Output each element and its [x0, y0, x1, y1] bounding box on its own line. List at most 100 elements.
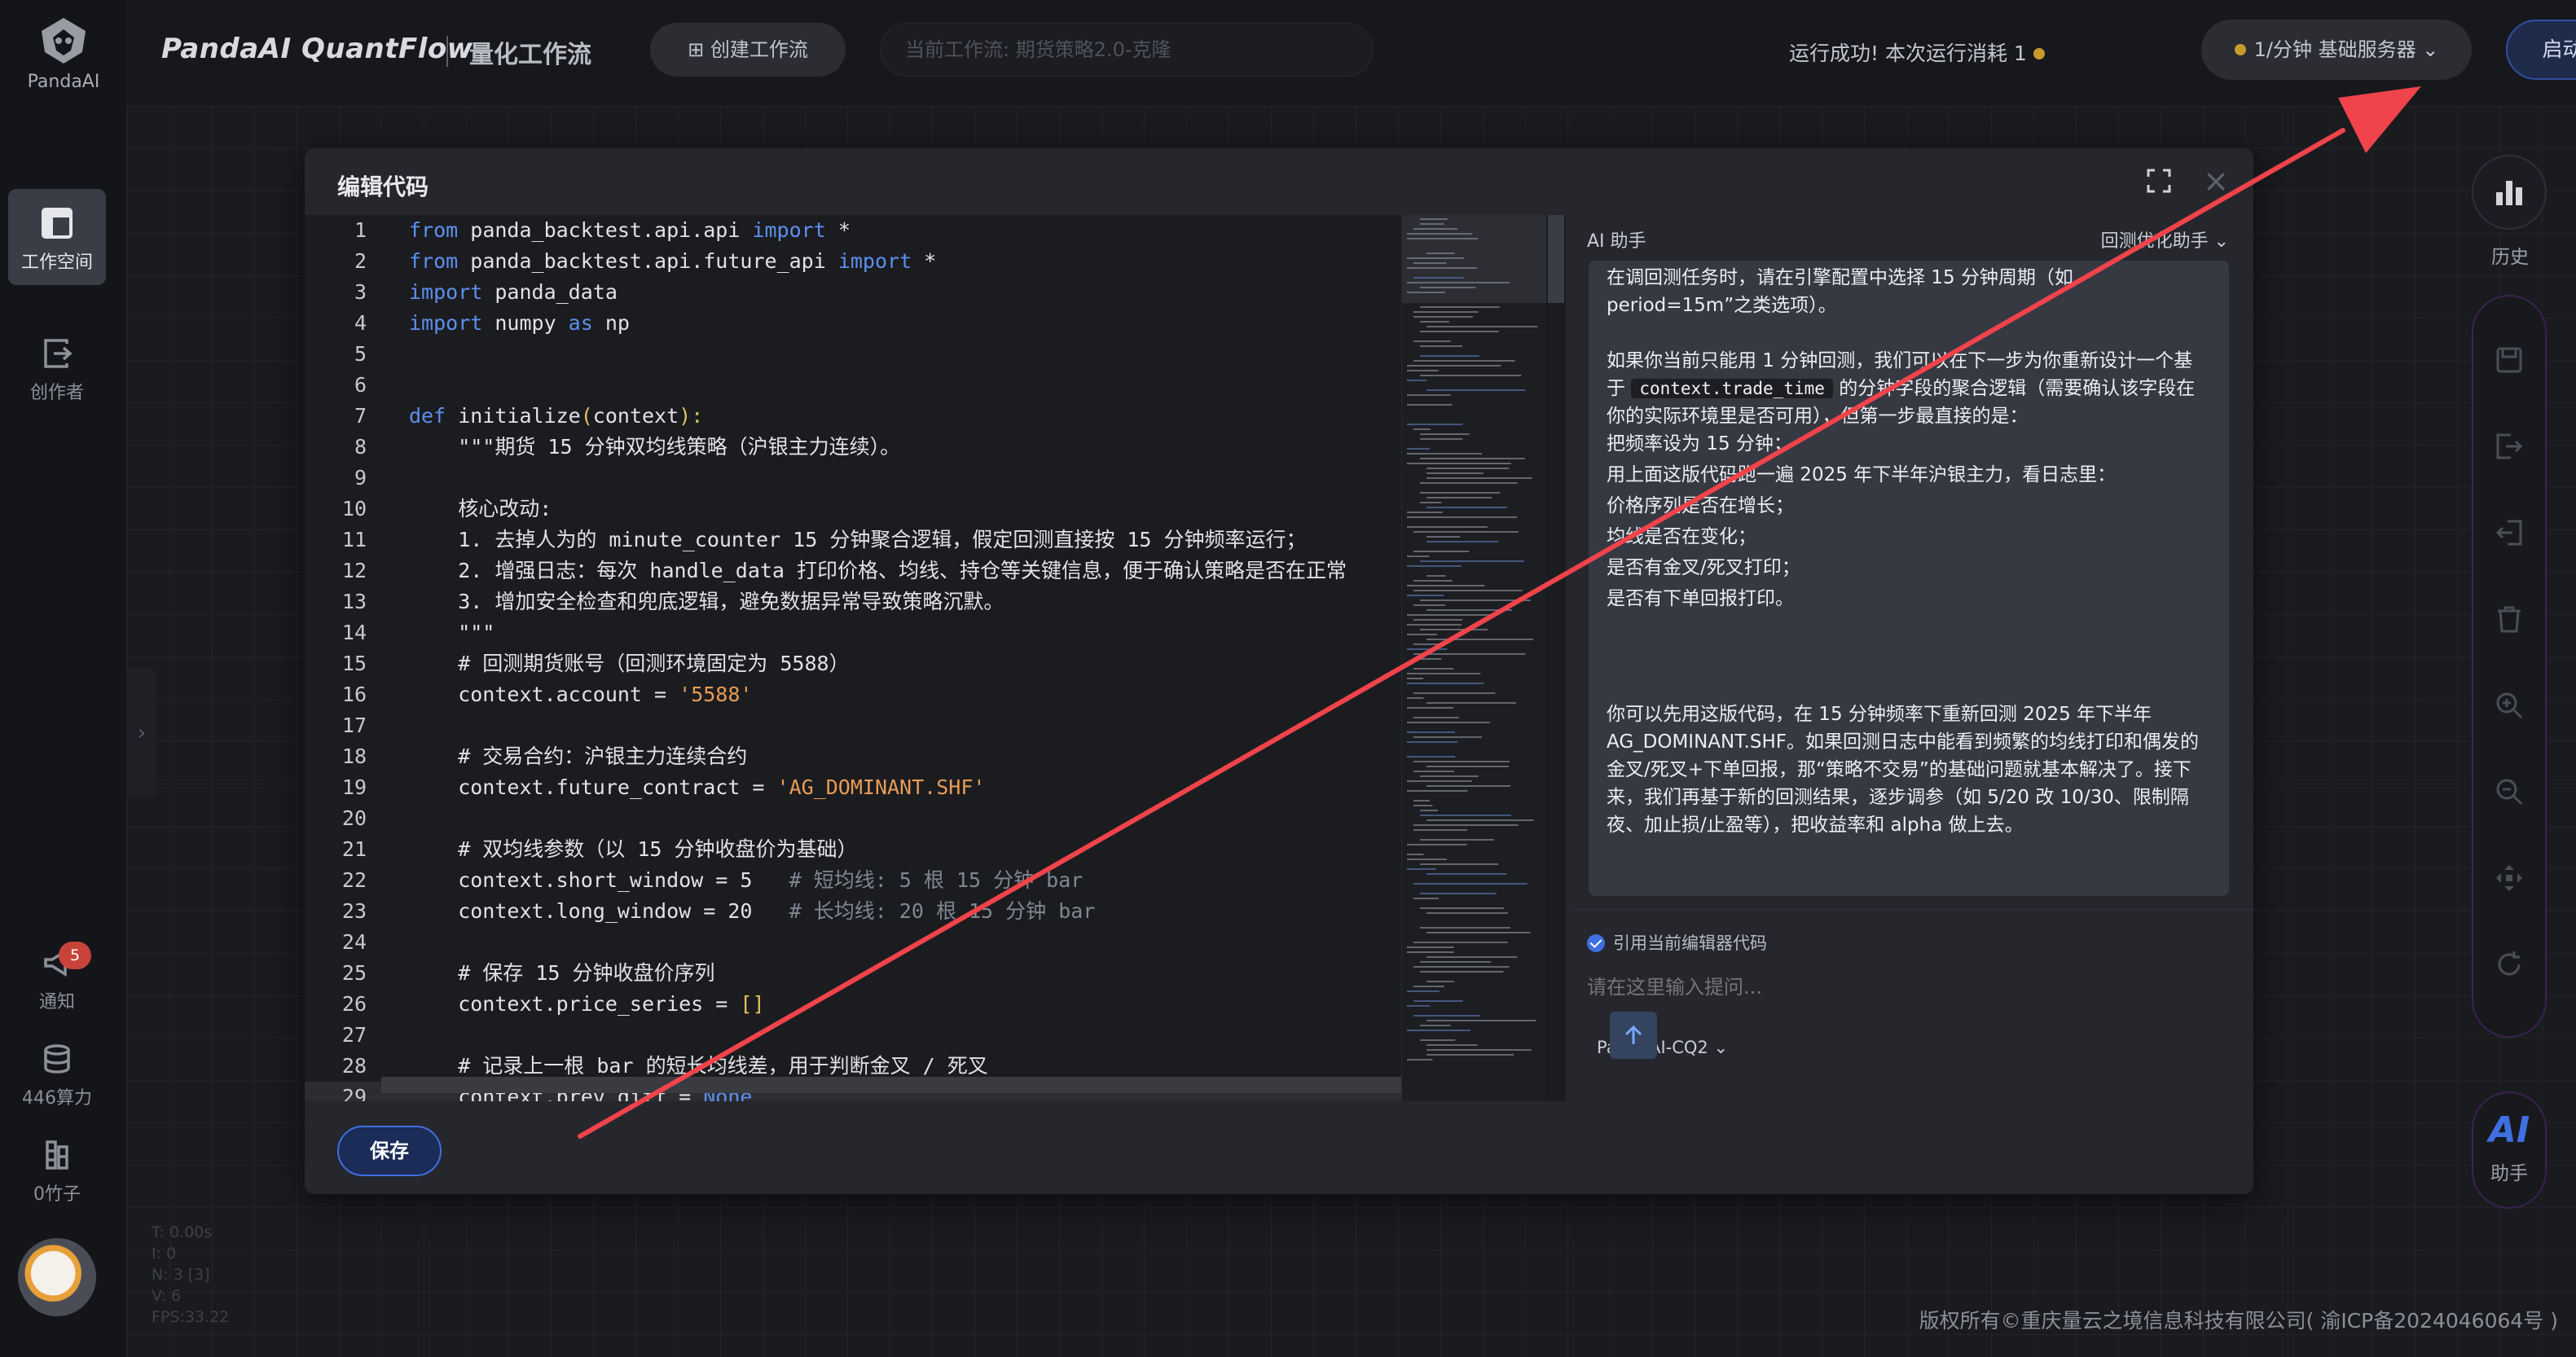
- code-line[interactable]: 5: [305, 339, 1401, 370]
- minimap-line: [1420, 560, 1525, 562]
- code-line[interactable]: 12 2. 增强日志：每次 handle_data 打印价格、均线、持仓等关键信…: [305, 556, 1401, 586]
- sidebar-item-notifications[interactable]: 通知: [8, 933, 106, 1030]
- code-line[interactable]: 7 def initialize(context):: [305, 401, 1401, 432]
- ai-assistant-button[interactable]: AI 助手: [2472, 1091, 2547, 1209]
- minimap-line: [1407, 790, 1468, 792]
- sidebar-item-creator[interactable]: 创作者: [8, 319, 106, 415]
- code-line[interactable]: 16 context.account = '5588': [305, 679, 1401, 710]
- import-icon[interactable]: [2491, 515, 2527, 551]
- user-avatar[interactable]: [18, 1238, 96, 1316]
- minimap-line: [1413, 800, 1431, 801]
- editor-scrollbar[interactable]: [1546, 215, 1566, 1101]
- code-line[interactable]: 26 context.price_series = []: [305, 989, 1401, 1020]
- minimap-line: [1420, 321, 1449, 323]
- code-line[interactable]: 3 import panda_data: [305, 277, 1401, 308]
- code-line[interactable]: 15 # 回测期货账号（回测环境固定为 5588）: [305, 648, 1401, 679]
- code-line[interactable]: 8 """期货 15 分钟双均线策略（沪银主力连续）。: [305, 432, 1401, 463]
- code-line[interactable]: 2 from panda_backtest.api.future_api impo…: [305, 246, 1401, 277]
- server-select[interactable]: 1/分钟 基础服务器 ⌄: [2201, 20, 2472, 80]
- code-line[interactable]: 24: [305, 927, 1401, 958]
- code-minimap[interactable]: [1401, 215, 1547, 1101]
- code-line[interactable]: 18 # 交易合约：沪银主力连续合约: [305, 741, 1401, 772]
- sidebar-collapse-toggle[interactable]: ›: [127, 668, 156, 798]
- fullscreen-icon[interactable]: [2146, 168, 2172, 194]
- minimap-line: [1420, 815, 1511, 816]
- code-line[interactable]: 1 from panda_backtest.api.api import *: [305, 215, 1401, 246]
- minimap-line: [1413, 761, 1510, 762]
- zoom-in-icon[interactable]: [2491, 687, 2527, 723]
- sidebar-item-bamboo[interactable]: 0竹子: [8, 1126, 106, 1222]
- code-line[interactable]: 11 1. 去掉人为的 minute_counter 15 分钟聚合逻辑，假定回…: [305, 525, 1401, 556]
- minimap-line: [1420, 971, 1504, 973]
- minimap-line: [1426, 912, 1508, 914]
- create-workflow-button[interactable]: ⊞ 创建工作流: [650, 23, 846, 77]
- message-paragraph: 是否有金叉/死叉打印；: [1607, 557, 1800, 578]
- refresh-icon[interactable]: [2491, 946, 2527, 982]
- minimap-line: [1407, 673, 1481, 674]
- minimap-line: [1426, 536, 1461, 538]
- edit-code-modal: 编辑代码 × 1 from panda_backtest.api.api impo…: [305, 148, 2253, 1194]
- delete-icon[interactable]: [2491, 601, 2527, 637]
- code-line[interactable]: 20: [305, 803, 1401, 834]
- minimap-line: [1420, 355, 1479, 357]
- send-button[interactable]: [1610, 1012, 1657, 1059]
- move-icon[interactable]: [2491, 860, 2527, 896]
- minimap-line: [1407, 756, 1456, 758]
- assistant-mode-select[interactable]: 回测优化助手 ⌄: [2101, 226, 2229, 253]
- app-logo[interactable]: PandaAI: [0, 15, 127, 92]
- minimap-line: [1407, 741, 1458, 743]
- minimap-line: [1413, 311, 1479, 313]
- ai-assistant-panel: AI 助手 回测优化助手 ⌄ 在调回测任务时，请在引擎配置中选择 15 分钟周期…: [1572, 215, 2253, 1101]
- brand-title: PandaAI QuantFlow: [161, 33, 473, 65]
- minimap-line: [1420, 331, 1499, 332]
- code-line[interactable]: 4 import numpy as np: [305, 308, 1401, 339]
- start-workflow-button[interactable]: 启动工作流: [2506, 20, 2576, 80]
- code-line[interactable]: 9: [305, 463, 1401, 494]
- copyright-footer: 版权所有©重庆量云之境信息科技有限公司( 渝ICP备2024046064号 ): [1919, 1309, 2558, 1333]
- horizontal-scrollbar[interactable]: [381, 1077, 1401, 1093]
- minimap-line: [1407, 233, 1472, 235]
- minimap-line: [1407, 990, 1440, 992]
- code-line[interactable]: 19 context.future_contract = 'AG_DOMINAN…: [305, 772, 1401, 803]
- reference-editor-code-toggle[interactable]: 引用当前编辑器代码: [1587, 930, 1767, 955]
- minimap-line: [1413, 316, 1473, 318]
- minimap-line: [1420, 629, 1488, 630]
- coin-icon: [2234, 44, 2246, 55]
- code-line[interactable]: 25 # 保存 15 分钟收盘价序列: [305, 958, 1401, 989]
- save-button[interactable]: 保存: [337, 1126, 442, 1176]
- code-line[interactable]: 13 3. 增加安全检查和兜底逻辑，避免数据异常导致策略沉默。: [305, 586, 1401, 617]
- minimap-line: [1407, 556, 1430, 557]
- close-icon[interactable]: ×: [2203, 163, 2229, 199]
- sidebar-item-compute[interactable]: 446算力: [8, 1030, 106, 1126]
- code-line[interactable]: 6: [305, 370, 1401, 401]
- minimap-line: [1407, 648, 1448, 650]
- code-line[interactable]: 23 context.long_window = 20 # 长均线: 20 根 …: [305, 896, 1401, 927]
- code-line[interactable]: 17: [305, 710, 1401, 741]
- current-workflow-field[interactable]: 当前工作流: 期货策略2.0-克隆: [880, 23, 1374, 77]
- code-line[interactable]: 21 # 双均线参数（以 15 分钟收盘价为基础）: [305, 834, 1401, 865]
- code-line[interactable]: 22 context.short_window = 5 # 短均线: 5 根 1…: [305, 865, 1401, 896]
- history-button[interactable]: [2472, 155, 2547, 230]
- minimap-line: [1426, 956, 1518, 958]
- code-editor[interactable]: 1 from panda_backtest.api.api import * 2f…: [305, 215, 1401, 1101]
- minimap-line: [1413, 805, 1433, 806]
- minimap-line: [1407, 526, 1488, 528]
- editor-scrollbar-thumb[interactable]: [1548, 215, 1564, 303]
- code-line[interactable]: 14 """: [305, 617, 1401, 648]
- minimap-line: [1407, 614, 1493, 616]
- minimap-line: [1420, 345, 1463, 347]
- minimap-line: [1420, 961, 1492, 963]
- ai-question-input[interactable]: [1587, 976, 2206, 999]
- minimap-line: [1413, 590, 1523, 591]
- save-icon[interactable]: [2491, 342, 2527, 378]
- sidebar-item-workspace[interactable]: 工作空间: [8, 189, 106, 285]
- code-line[interactable]: 27: [305, 1020, 1401, 1051]
- export-icon[interactable]: [2491, 428, 2527, 464]
- minimap-line: [1407, 370, 1439, 371]
- minimap-line: [1413, 360, 1515, 362]
- zoom-out-icon[interactable]: [2491, 774, 2527, 810]
- minimap-line: [1407, 424, 1463, 425]
- code-line[interactable]: 10 核心改动:: [305, 494, 1401, 525]
- minimap-line: [1420, 223, 1444, 225]
- tool-rail: [2472, 295, 2547, 1038]
